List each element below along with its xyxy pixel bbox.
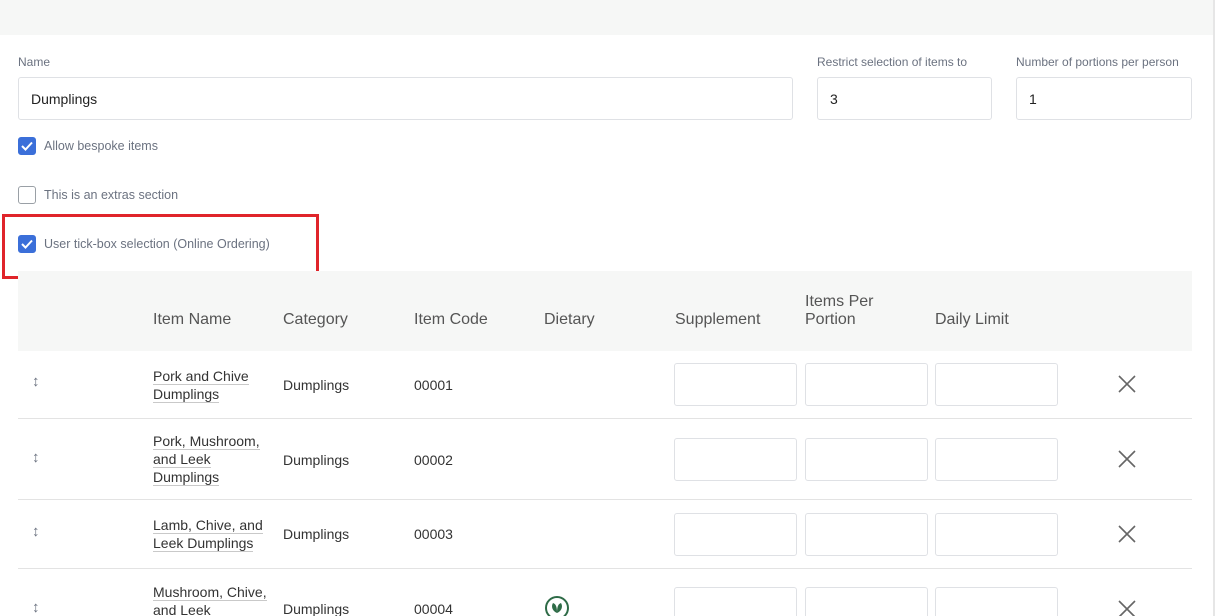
item-name-line: Lamb, Chive, and (153, 517, 263, 534)
item-name-link[interactable]: Lamb, Chive, and Leek Dumplings (153, 516, 263, 552)
header-item-code: Item Code (414, 311, 488, 328)
drag-handle-icon[interactable]: ↕ (32, 523, 40, 540)
items-per-portion-input[interactable] (805, 363, 928, 406)
portions-input[interactable] (1016, 77, 1192, 120)
items-per-portion-input[interactable] (805, 438, 928, 481)
items-per-portion-input[interactable] (805, 513, 928, 556)
header-daily-limit: Daily Limit (935, 311, 1009, 328)
header-category: Category (283, 311, 348, 328)
restrict-input[interactable] (817, 77, 992, 120)
table-header: Item Name Category Item Code Dietary Sup… (18, 271, 1192, 351)
close-icon[interactable] (1117, 374, 1137, 394)
table-row: ↕ Pork, Mushroom, and Leek Dumplings Dum… (18, 419, 1192, 500)
extras-section-checkbox-row[interactable]: This is an extras section (18, 186, 178, 204)
drag-handle-icon[interactable]: ↕ (32, 449, 40, 466)
item-name-line: Pork, Mushroom, (153, 433, 260, 450)
header-item-name: Item Name (153, 311, 232, 328)
supplement-input[interactable] (674, 587, 797, 616)
item-code-cell: 00001 (414, 377, 453, 393)
highlight-box (2, 214, 319, 279)
close-icon[interactable] (1117, 449, 1137, 469)
drag-handle-icon[interactable]: ↕ (32, 373, 40, 390)
category-cell: Dumplings (283, 377, 350, 393)
item-name-link[interactable]: Pork and Chive Dumplings (153, 367, 249, 403)
allow-bespoke-checkbox[interactable] (18, 137, 36, 155)
item-code-cell: 00003 (414, 526, 453, 542)
header-dietary: Dietary (544, 311, 595, 328)
header-items-per-portion: Items Per Portion (805, 293, 873, 329)
daily-limit-input[interactable] (935, 363, 1058, 406)
portions-label: Number of portions per person (1016, 55, 1179, 69)
table-row: ↕ Lamb, Chive, and Leek Dumplings Dumpli… (18, 500, 1192, 569)
item-code-cell: 00004 (414, 601, 453, 616)
vegetarian-leaf-icon (545, 596, 569, 616)
daily-limit-input[interactable] (935, 513, 1058, 556)
supplement-input[interactable] (674, 363, 797, 406)
category-cell: Dumplings (283, 601, 350, 616)
extras-section-checkbox[interactable] (18, 186, 36, 204)
category-cell: Dumplings (283, 526, 350, 542)
supplement-input[interactable] (674, 513, 797, 556)
category-cell: Dumplings (283, 452, 350, 468)
table-row: ↕ Mushroom, Chive, and Leek Dumplings 00… (18, 569, 1192, 616)
restrict-label: Restrict selection of items to (817, 55, 968, 69)
name-label: Name (18, 55, 51, 69)
table-row: ↕ Pork and Chive Dumplings Dumplings 000… (18, 351, 1192, 419)
extras-section-label: This is an extras section (44, 188, 179, 202)
header-items-per-portion-line1: Items Per (805, 293, 874, 310)
supplement-input[interactable] (674, 438, 797, 481)
items-per-portion-input[interactable] (805, 587, 928, 616)
drag-handle-icon[interactable]: ↕ (32, 599, 40, 616)
close-icon[interactable] (1117, 599, 1137, 616)
daily-limit-input[interactable] (935, 587, 1058, 616)
item-name-line: Dumplings (153, 386, 220, 403)
checkmark-icon (21, 141, 33, 151)
allow-bespoke-label: Allow bespoke items (44, 139, 158, 153)
item-name-link[interactable]: Mushroom, Chive, and Leek (153, 583, 267, 616)
name-input[interactable] (18, 77, 793, 120)
item-name-line: and Leek (153, 602, 211, 616)
item-name-line: Mushroom, Chive, (153, 584, 267, 601)
top-bar (0, 0, 1213, 35)
item-name-line: Leek Dumplings (153, 535, 254, 552)
daily-limit-input[interactable] (935, 438, 1058, 481)
allow-bespoke-checkbox-row[interactable]: Allow bespoke items (18, 137, 158, 155)
header-supplement: Supplement (675, 311, 761, 328)
header-items-per-portion-line2: Portion (805, 311, 856, 328)
item-name-line: Dumplings (153, 469, 220, 486)
item-name-line: and Leek (153, 451, 211, 468)
item-name-line: Pork and Chive (153, 368, 249, 385)
item-name-link[interactable]: Pork, Mushroom, and Leek Dumplings (153, 432, 260, 486)
item-code-cell: 00002 (414, 452, 453, 468)
close-icon[interactable] (1117, 524, 1137, 544)
